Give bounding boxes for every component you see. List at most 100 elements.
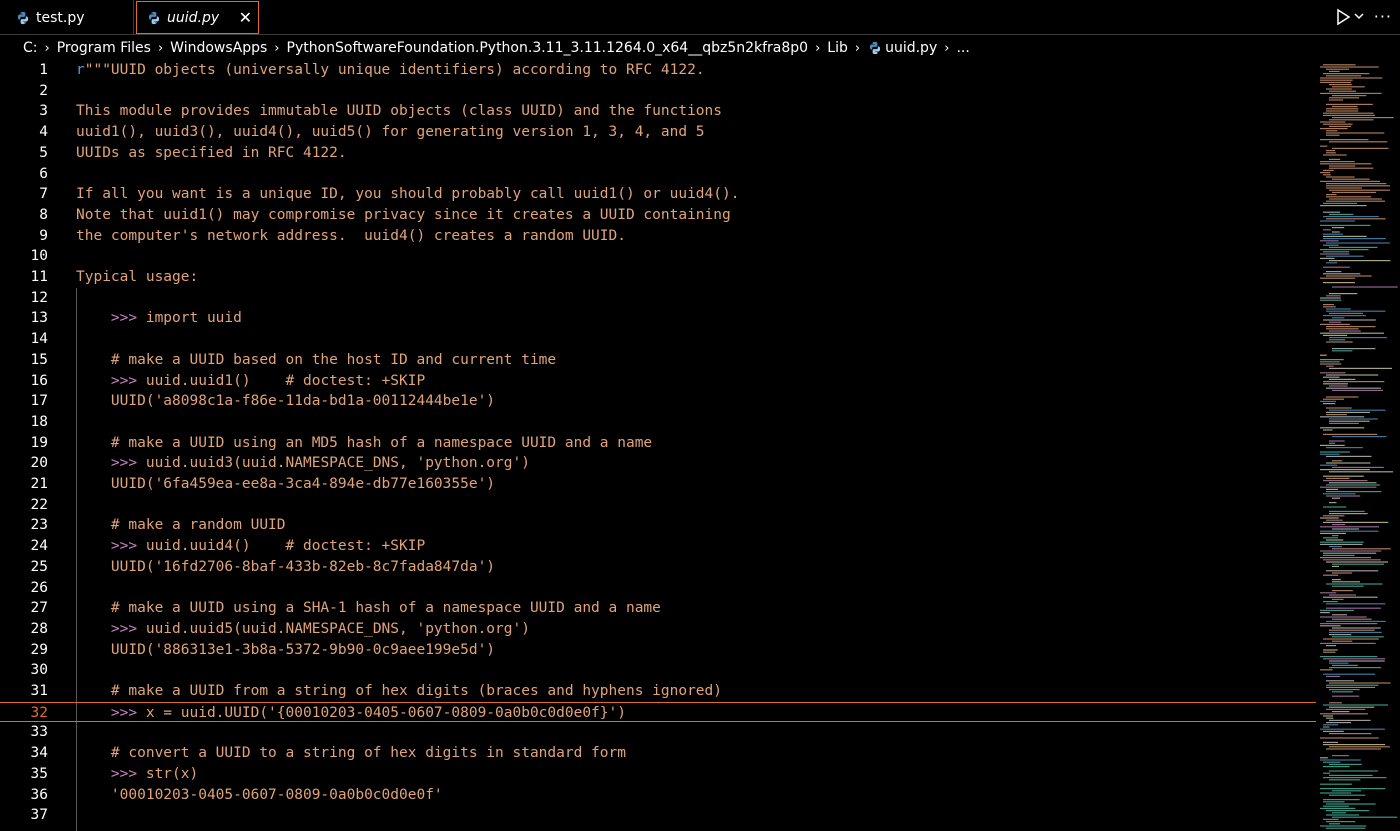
code-line[interactable]: 9 the computer's network address. uuid4()… bbox=[0, 226, 1316, 247]
breadcrumb-item[interactable]: WindowsApps bbox=[170, 40, 267, 56]
breadcrumb-item[interactable]: uuid.py bbox=[885, 40, 937, 56]
minimap-line bbox=[1332, 348, 1376, 350]
line-number: 13 bbox=[30, 310, 48, 327]
code-line[interactable]: 8 Note that uuid1() may compromise privac… bbox=[0, 205, 1316, 226]
breadcrumb-separator-icon: › bbox=[157, 40, 164, 56]
minimap-line bbox=[1332, 636, 1384, 638]
minimap-line bbox=[1329, 97, 1360, 99]
code-line[interactable]: 19 # make a UUID using an MD5 hash of a … bbox=[0, 433, 1316, 454]
minimap-line bbox=[1329, 260, 1391, 262]
run-icon[interactable] bbox=[1334, 8, 1352, 26]
code-line[interactable]: 26 bbox=[0, 578, 1316, 599]
code-line[interactable]: 18 bbox=[0, 412, 1316, 433]
minimap-line bbox=[1329, 158, 1341, 160]
code-line[interactable]: 14 bbox=[0, 329, 1316, 350]
minimap-line bbox=[1326, 308, 1351, 310]
minimap-line bbox=[1326, 539, 1344, 541]
minimap-line bbox=[1323, 73, 1370, 75]
chevron-down-icon[interactable] bbox=[1352, 9, 1366, 23]
code-line[interactable]: 31 # make a UUID from a string of hex di… bbox=[0, 681, 1316, 702]
minimap-line bbox=[1332, 317, 1345, 319]
minimap-line bbox=[1332, 664, 1358, 666]
minimap-line bbox=[1320, 253, 1350, 255]
close-icon[interactable]: ✕ bbox=[239, 8, 252, 27]
code-line[interactable]: 2 bbox=[0, 81, 1316, 102]
minimap-line bbox=[1323, 123, 1353, 125]
minimap-line bbox=[1326, 218, 1386, 220]
minimap-line bbox=[1323, 266, 1350, 268]
breadcrumb-item[interactable]: ... bbox=[956, 40, 969, 56]
minimap-line bbox=[1326, 495, 1361, 497]
minimap-line bbox=[1329, 702, 1342, 704]
minimap-line bbox=[1332, 691, 1353, 693]
code-line[interactable]: 27 # make a UUID using a SHA-1 hash of a… bbox=[0, 598, 1316, 619]
minimap-line bbox=[1323, 521, 1389, 523]
minimap-line bbox=[1326, 262, 1338, 264]
code-line[interactable]: 30 bbox=[0, 660, 1316, 681]
tab-uuid-py[interactable]: uuid.py ✕ bbox=[136, 1, 259, 34]
minimap-line bbox=[1329, 90, 1357, 92]
code-line[interactable]: 3 This module provides immutable UUID obj… bbox=[0, 101, 1316, 122]
minimap-line bbox=[1329, 746, 1390, 748]
minimap-line bbox=[1323, 726, 1330, 728]
minimap-line bbox=[1326, 88, 1352, 90]
minimap-line bbox=[1329, 667, 1381, 669]
code-line[interactable]: 20 >>> uuid.uuid3(uuid.NAMESPACE_DNS, 'p… bbox=[0, 453, 1316, 474]
minimap-line bbox=[1323, 730, 1344, 732]
more-actions-icon[interactable]: ··· bbox=[1374, 7, 1392, 26]
minimap-line bbox=[1320, 642, 1376, 644]
code-line[interactable]: 21 UUID('6fa459ea-ee8a-3ca4-894e-db77e16… bbox=[0, 474, 1316, 495]
minimap[interactable] bbox=[1318, 60, 1400, 831]
code-line[interactable]: 24 >>> uuid.uuid4() # doctest: +SKIP bbox=[0, 536, 1316, 557]
code-line[interactable]: 33 bbox=[0, 722, 1316, 743]
code-line[interactable]: 10 bbox=[0, 246, 1316, 267]
code-line[interactable]: 22 bbox=[0, 495, 1316, 516]
code-line[interactable]: 5 UUIDs as specified in RFC 4122. bbox=[0, 143, 1316, 164]
code-line[interactable]: 35 >>> str(x) bbox=[0, 764, 1316, 785]
breadcrumb-item[interactable]: C: bbox=[23, 40, 38, 56]
code-line[interactable]: 23 # make a random UUID bbox=[0, 515, 1316, 536]
breadcrumb-item[interactable]: Program Files bbox=[57, 40, 151, 56]
code-line[interactable]: 36 '00010203-0405-0607-0809-0a0b0c0d0e0f… bbox=[0, 785, 1316, 806]
code-line[interactable]: 28 >>> uuid.uuid5(uuid.NAMESPACE_DNS, 'p… bbox=[0, 619, 1316, 640]
minimap-line bbox=[1320, 79, 1353, 81]
line-number: 30 bbox=[30, 662, 48, 679]
code-editor[interactable]: 1 r"""UUID objects (universally unique id… bbox=[0, 60, 1316, 831]
minimap-line bbox=[1332, 231, 1340, 233]
code-text: Note that uuid1() may compromise privacy… bbox=[76, 205, 731, 226]
code-line[interactable]: 13 >>> import uuid bbox=[0, 308, 1316, 329]
code-line[interactable]: 29 UUID('886313e1-3b8a-5372-9b90-0c9aee1… bbox=[0, 640, 1316, 661]
code-line[interactable]: 11 Typical usage: bbox=[0, 267, 1316, 288]
code-line[interactable]: 4 uuid1(), uuid3(), uuid4(), uuid5() for … bbox=[0, 122, 1316, 143]
code-line[interactable]: 12 bbox=[0, 288, 1316, 309]
code-line[interactable]: 37 bbox=[0, 805, 1316, 826]
code-line[interactable]: 1 r"""UUID objects (universally unique id… bbox=[0, 60, 1316, 81]
line-number: 19 bbox=[30, 434, 48, 451]
minimap-line bbox=[1323, 801, 1345, 803]
minimap-line bbox=[1320, 783, 1352, 785]
code-line[interactable]: 15 # make a UUID based on the host ID an… bbox=[0, 350, 1316, 371]
code-line[interactable]: 6 bbox=[0, 164, 1316, 185]
code-line[interactable]: 16 >>> uuid.uuid1() # doctest: +SKIP bbox=[0, 371, 1316, 392]
breadcrumb-item[interactable]: PythonSoftwareFoundation.Python.3.11_3.1… bbox=[287, 40, 809, 56]
tab-test-py[interactable]: test.py bbox=[0, 0, 134, 35]
minimap-line bbox=[1329, 339, 1346, 341]
code-line[interactable]: 25 UUID('16fd2706-8baf-433b-82eb-8c7fada… bbox=[0, 557, 1316, 578]
minimap-line bbox=[1329, 471, 1394, 473]
minimap-line bbox=[1326, 194, 1337, 196]
minimap-line bbox=[1323, 651, 1336, 653]
code-line[interactable]: 7 If all you want is a unique ID, you sho… bbox=[0, 184, 1316, 205]
minimap-line bbox=[1323, 235, 1367, 237]
doctest-prompt: >>> bbox=[76, 704, 146, 721]
minimap-line bbox=[1320, 257, 1335, 259]
minimap-line bbox=[1320, 145, 1328, 147]
code-content: str(x) bbox=[145, 765, 199, 782]
code-text: This module provides immutable UUID obje… bbox=[76, 101, 722, 122]
breadcrumb-item[interactable]: Lib bbox=[827, 40, 848, 56]
code-line[interactable]: 17 UUID('a8098c1a-f86e-11da-bd1a-0011244… bbox=[0, 391, 1316, 412]
minimap-line bbox=[1332, 563, 1385, 565]
minimap-line bbox=[1323, 537, 1338, 539]
line-number: 15 bbox=[30, 351, 48, 368]
code-line[interactable]: 34 # convert a UUID to a string of hex d… bbox=[0, 743, 1316, 764]
code-line[interactable]: 32 >>> x = uuid.UUID('{00010203-0405-060… bbox=[0, 701, 1316, 723]
